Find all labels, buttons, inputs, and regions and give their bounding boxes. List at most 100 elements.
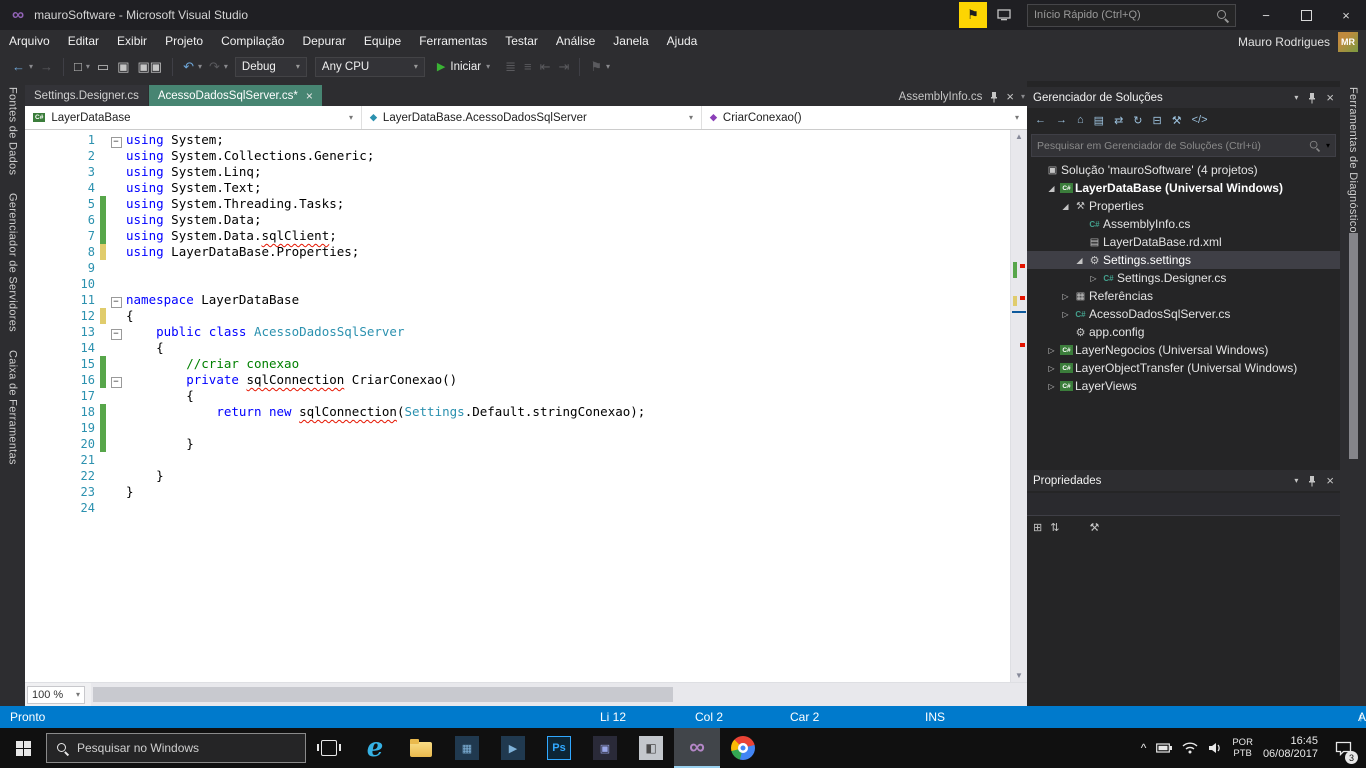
expand-icon[interactable]: ▷: [1045, 364, 1058, 373]
app-icon-2[interactable]: ▶: [490, 728, 536, 768]
window-position-icon[interactable]: ▾: [1294, 93, 1298, 102]
feedback-button[interactable]: [991, 2, 1017, 28]
code-line-8[interactable]: 8using LayerDataBase.Properties;: [25, 244, 1010, 260]
tool-tab[interactable]: Ferramentas de Diagnóstico: [1347, 87, 1359, 233]
close-panel-icon[interactable]: ×: [1326, 473, 1334, 488]
code-line-6[interactable]: 6using System.Data;: [25, 212, 1010, 228]
clock[interactable]: 16:45 06/08/2017: [1263, 735, 1318, 761]
undo-icon[interactable]: ↶: [179, 57, 198, 77]
menu-item-compilação[interactable]: Compilação: [212, 30, 293, 53]
tree-item[interactable]: ▤LayerDataBase.rd.xml: [1027, 233, 1340, 251]
menu-item-arquivo[interactable]: Arquivo: [0, 30, 59, 53]
tree-item[interactable]: ⚙app.config: [1027, 323, 1340, 341]
code-line-7[interactable]: 7using System.Data.sqlClient;: [25, 228, 1010, 244]
user-avatar[interactable]: MR: [1338, 32, 1358, 52]
view-code-icon[interactable]: </>: [1188, 112, 1212, 128]
tray-expand-icon[interactable]: ^: [1141, 741, 1147, 755]
close-icon[interactable]: ×: [306, 89, 313, 103]
sync-with-active-document-icon[interactable]: ⇄: [1110, 112, 1127, 129]
member-dropdown[interactable]: ◆ CriarConexao() ▾: [702, 106, 1027, 129]
notifications-flag-button[interactable]: ⚑: [959, 2, 987, 28]
start-button[interactable]: [0, 728, 46, 768]
editor-horizontal-scrollbar[interactable]: [91, 683, 1027, 706]
collapse-icon[interactable]: ◢: [1045, 184, 1058, 193]
fold-toggle-icon[interactable]: −: [111, 137, 122, 148]
photoshop-icon[interactable]: Ps: [536, 728, 582, 768]
code-line-9[interactable]: 9: [25, 260, 1010, 276]
code-line-10[interactable]: 10: [25, 276, 1010, 292]
restore-button[interactable]: [1286, 0, 1326, 30]
code-line-18[interactable]: 18 return new sqlConnection(Settings.Def…: [25, 404, 1010, 420]
redo-dropdown-icon[interactable]: ▾: [224, 62, 231, 71]
scroll-down-icon[interactable]: ▼: [1011, 671, 1027, 680]
property-pages-icon[interactable]: ⚒: [1089, 521, 1099, 534]
new-file-dropdown-icon[interactable]: ▾: [86, 62, 93, 71]
document-list-icon[interactable]: ▾: [1021, 92, 1025, 101]
solution-configurations-dropdown[interactable]: Debug ▾: [235, 57, 307, 77]
navigate-backward-dropdown-icon[interactable]: ▾: [29, 62, 36, 71]
code-line-5[interactable]: 5using System.Threading.Tasks;: [25, 196, 1010, 212]
tree-item[interactable]: ▣Solução 'mauroSoftware' (4 projetos): [1027, 161, 1340, 179]
volume-icon[interactable]: [1208, 742, 1222, 754]
chrome-icon[interactable]: [720, 728, 766, 768]
open-file-icon[interactable]: ▭: [93, 57, 113, 77]
tree-item[interactable]: ▷C#Settings.Designer.cs: [1027, 269, 1340, 287]
menu-item-equipe[interactable]: Equipe: [355, 30, 410, 53]
user-name[interactable]: Mauro Rodrigues: [1238, 35, 1330, 49]
start-debugging-button[interactable]: ▶ Iniciar ▾: [429, 60, 501, 73]
code-line-19[interactable]: 19: [25, 420, 1010, 436]
code-line-15[interactable]: 15 //criar conexao: [25, 356, 1010, 372]
expand-icon[interactable]: ▷: [1059, 292, 1072, 301]
scrollbar-thumb[interactable]: [93, 687, 673, 702]
tree-item[interactable]: ▷C#LayerNegocios (Universal Windows): [1027, 341, 1340, 359]
scroll-up-icon[interactable]: ▲: [1011, 132, 1027, 141]
navigate-back-icon[interactable]: ←: [1031, 112, 1050, 128]
navigate-backward-icon[interactable]: ←: [8, 57, 29, 76]
toolbar-options-icon[interactable]: ▾: [606, 62, 613, 71]
code-line-17[interactable]: 17 {: [25, 388, 1010, 404]
code-line-1[interactable]: 1−using System;: [25, 132, 1010, 148]
tree-item[interactable]: ▷C#LayerObjectTransfer (Universal Window…: [1027, 359, 1340, 377]
bookmark-icon[interactable]: ⚑: [586, 57, 606, 77]
code-line-3[interactable]: 3using System.Linq;: [25, 164, 1010, 180]
menu-item-editar[interactable]: Editar: [59, 30, 108, 53]
quick-launch-search[interactable]: Início Rápido (Ctrl+Q): [1027, 4, 1236, 27]
tree-item[interactable]: ▷C#AcessoDadosSqlServer.cs: [1027, 305, 1340, 323]
collapse-icon[interactable]: ◢: [1073, 256, 1086, 265]
taskbar-search[interactable]: Pesquisar no Windows: [46, 733, 306, 763]
menu-item-análise[interactable]: Análise: [547, 30, 604, 53]
tree-item[interactable]: ▷▦Referências: [1027, 287, 1340, 305]
home-icon[interactable]: ⌂: [1073, 112, 1088, 128]
code-line-14[interactable]: 14 {: [25, 340, 1010, 356]
tree-item[interactable]: ◢⚙Settings.settings: [1027, 251, 1340, 269]
app-icon-4[interactable]: ◧: [628, 728, 674, 768]
tree-item[interactable]: ◢⚒Properties: [1027, 197, 1340, 215]
code-line-21[interactable]: 21: [25, 452, 1010, 468]
code-line-11[interactable]: 11−namespace LayerDataBase: [25, 292, 1010, 308]
code-line-20[interactable]: 20 }: [25, 436, 1010, 452]
indent-increase-icon[interactable]: ⇥: [554, 57, 573, 77]
panel-scrollbar[interactable]: [1349, 233, 1358, 459]
tool-tab[interactable]: Fontes de Dados: [7, 87, 19, 175]
refresh-icon[interactable]: ↻: [1129, 112, 1146, 129]
switch-views-icon[interactable]: ▤: [1090, 112, 1108, 129]
close-button[interactable]: ×: [1326, 0, 1366, 30]
fold-toggle-icon[interactable]: −: [111, 329, 122, 340]
new-file-icon[interactable]: □: [70, 57, 86, 76]
navigate-forward-icon[interactable]: →: [1052, 112, 1071, 128]
indent-decrease-icon[interactable]: ⇤: [536, 57, 555, 77]
edge-icon[interactable]: e: [352, 728, 398, 768]
menu-item-ajuda[interactable]: Ajuda: [658, 30, 707, 53]
project-dropdown[interactable]: C# LayerDataBase ▾: [25, 106, 362, 129]
save-all-icon[interactable]: ▣▣: [133, 57, 166, 77]
code-line-2[interactable]: 2using System.Collections.Generic;: [25, 148, 1010, 164]
tree-item[interactable]: ◢C#LayerDataBase (Universal Windows): [1027, 179, 1340, 197]
comment-icon[interactable]: ≣: [501, 57, 520, 77]
visual-studio-icon[interactable]: ∞: [674, 728, 720, 768]
categorized-icon[interactable]: ⊞: [1033, 521, 1042, 534]
overflow-tab-label[interactable]: AssemblyInfo.cs: [899, 91, 983, 103]
task-view-button[interactable]: [306, 728, 352, 768]
type-dropdown[interactable]: ◆ LayerDataBase.AcessoDadosSqlServer ▾: [362, 106, 702, 129]
minimize-button[interactable]: −: [1246, 0, 1286, 30]
pin-icon[interactable]: [1307, 475, 1317, 487]
